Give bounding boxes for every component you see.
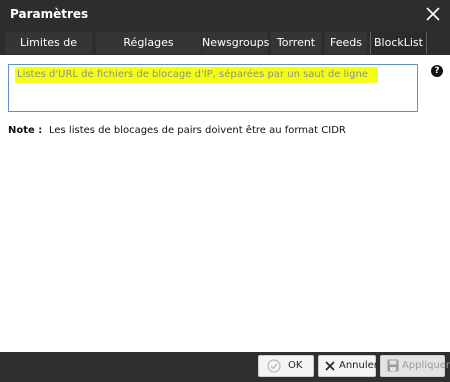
- tab-feeds[interactable]: Feeds: [325, 32, 367, 54]
- dialog-title: Paramètres: [10, 7, 89, 21]
- tab-newsgroups[interactable]: Newsgroups: [202, 32, 270, 54]
- tab-bar: Limites de vitesse Réglages généraux New…: [0, 29, 450, 71]
- ok-label: OK: [288, 360, 303, 371]
- close-icon[interactable]: [423, 4, 443, 24]
- blocklist-urls-textarea[interactable]: Listes d'URL de fichiers de blocage d'IP…: [8, 64, 418, 112]
- tab-label: Newsgroups: [202, 36, 270, 49]
- ok-button[interactable]: OK: [258, 355, 314, 377]
- tab-label: Torrent: [276, 36, 316, 49]
- title-bar: Paramètres: [0, 0, 450, 29]
- note-text: Les listes de blocages de pairs doivent …: [49, 125, 346, 136]
- tab-blocklist[interactable]: BlockList: [370, 32, 427, 54]
- textarea-placeholder: Listes d'URL de fichiers de blocage d'IP…: [15, 67, 378, 83]
- cancel-button[interactable]: Annuler: [318, 355, 378, 377]
- apply-label: Appliquer: [402, 360, 450, 371]
- question-circle-icon[interactable]: ?: [431, 65, 443, 77]
- tab-label: Feeds: [330, 36, 362, 49]
- apply-button[interactable]: Appliquer: [380, 355, 450, 377]
- tab-reglages-generaux[interactable]: Réglages généraux: [96, 32, 201, 71]
- note-label: Note :: [8, 125, 43, 136]
- tab-limites-de-vitesse[interactable]: Limites de vitesse: [5, 32, 92, 71]
- save-icon: [387, 359, 399, 372]
- close-icon: [325, 361, 335, 371]
- cancel-label: Annuler: [339, 360, 378, 371]
- tab-label: BlockList: [374, 36, 423, 49]
- check-circle-icon: [267, 359, 281, 373]
- tab-torrent[interactable]: Torrent: [271, 32, 321, 54]
- dialog-footer: OK Annuler Appliquer: [0, 352, 450, 382]
- settings-dialog: Paramètres Limites de vitesse Réglages g…: [0, 0, 450, 382]
